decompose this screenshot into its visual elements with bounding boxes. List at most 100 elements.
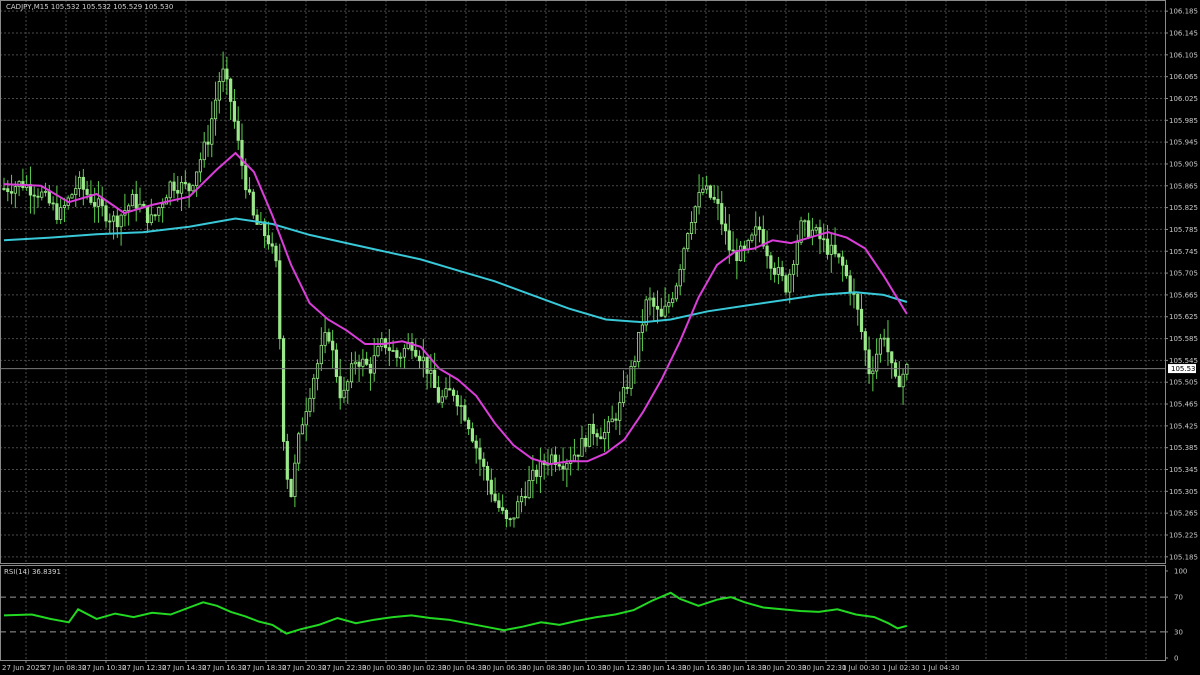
candle-body bbox=[584, 437, 588, 447]
candle-body bbox=[576, 454, 580, 457]
candle-body bbox=[561, 465, 565, 470]
candle-body bbox=[255, 214, 259, 225]
candle-body bbox=[361, 358, 365, 367]
candle-body bbox=[391, 350, 395, 352]
candle-body bbox=[119, 214, 123, 228]
candle-body bbox=[640, 324, 645, 333]
candle-body bbox=[844, 264, 849, 277]
time-axis-label: 1 Jul 02:30 bbox=[882, 664, 920, 672]
candle-body bbox=[701, 188, 705, 193]
candle-body bbox=[451, 389, 456, 396]
candle-body bbox=[417, 355, 422, 362]
candle-body bbox=[455, 395, 459, 407]
candle-body bbox=[270, 243, 274, 247]
candle-body bbox=[723, 223, 728, 232]
candle-body bbox=[829, 244, 833, 255]
rsi-axis-label: 70 bbox=[1174, 594, 1183, 602]
price-axis-label: 106.025 bbox=[1169, 95, 1198, 103]
candle-body bbox=[346, 381, 350, 391]
time-axis-label: 27 Jun 16:30 bbox=[202, 664, 246, 672]
candle-body bbox=[55, 203, 59, 220]
candle-body bbox=[674, 285, 679, 300]
candle-body bbox=[474, 440, 478, 449]
candle-body bbox=[130, 193, 135, 207]
candle-body bbox=[459, 405, 463, 407]
time-axis-label: 27 Jun 20:30 bbox=[282, 664, 326, 672]
time-axis-label: 30 Jun 18:30 bbox=[722, 664, 766, 672]
candle-body bbox=[867, 349, 871, 375]
candle-body bbox=[74, 188, 78, 196]
candle-body bbox=[716, 198, 720, 204]
candle-body bbox=[304, 411, 308, 426]
candle-body bbox=[448, 388, 452, 391]
price-axis-label: 105.225 bbox=[1169, 532, 1198, 540]
candle-body bbox=[591, 423, 595, 434]
candle-body bbox=[312, 377, 316, 399]
candle-body bbox=[225, 68, 229, 80]
candle-body bbox=[773, 267, 777, 275]
current-price-tag: 105.530 bbox=[1168, 364, 1200, 374]
candle-body bbox=[221, 68, 225, 82]
candle-body bbox=[108, 220, 112, 223]
candle-body bbox=[527, 480, 531, 499]
candle-body bbox=[115, 215, 119, 228]
candle-body bbox=[247, 189, 252, 193]
candle-body bbox=[780, 267, 784, 277]
time-axis-label: 30 Jun 10:30 bbox=[562, 664, 606, 672]
candle-body bbox=[353, 361, 357, 365]
candle-body bbox=[893, 362, 898, 377]
candle-body bbox=[51, 202, 55, 205]
candle-body bbox=[323, 332, 327, 346]
candle-body bbox=[731, 249, 735, 252]
candle-body bbox=[429, 369, 433, 374]
candle-body bbox=[387, 347, 391, 351]
candle-body bbox=[531, 469, 535, 481]
time-axis-label: 30 Jun 06:30 bbox=[482, 664, 526, 672]
candle-body bbox=[81, 176, 85, 190]
candle-body bbox=[837, 253, 841, 258]
candle-body bbox=[399, 356, 403, 359]
candle-body bbox=[523, 496, 527, 499]
candle-body bbox=[599, 436, 603, 440]
candle-body bbox=[308, 397, 312, 412]
candle-body bbox=[841, 256, 845, 266]
candle-body bbox=[814, 227, 818, 231]
candle-body bbox=[754, 226, 758, 236]
candle-body bbox=[648, 297, 652, 301]
candle-body bbox=[47, 190, 51, 204]
price-axis-label: 105.265 bbox=[1169, 510, 1198, 518]
candle-body bbox=[315, 363, 320, 379]
time-axis-label: 27 Jun 12:30 bbox=[122, 664, 166, 672]
candle-body bbox=[444, 388, 448, 398]
candle-body bbox=[436, 387, 441, 403]
candle-body bbox=[187, 183, 191, 192]
price-axis-label: 106.185 bbox=[1169, 8, 1198, 16]
candle-body bbox=[901, 373, 905, 388]
candle-body bbox=[433, 369, 437, 388]
candle-body bbox=[519, 496, 524, 503]
candle-body bbox=[833, 244, 837, 255]
candle-body bbox=[667, 302, 671, 307]
price-axis-label: 105.705 bbox=[1169, 270, 1198, 278]
trading-chart[interactable]: CADJPY,M15 105.532 105.532 105.529 105.5… bbox=[0, 0, 1200, 675]
price-axis-label: 105.585 bbox=[1169, 335, 1198, 343]
current-price-label: 105.530 bbox=[1171, 365, 1200, 373]
price-axis-label: 105.945 bbox=[1169, 139, 1198, 147]
candle-body bbox=[618, 402, 622, 421]
candle-body bbox=[825, 238, 830, 255]
time-axis-label: 1 Jul 00:30 bbox=[842, 664, 880, 672]
time-axis-label: 1 Jul 04:30 bbox=[922, 664, 960, 672]
candle-body bbox=[485, 466, 490, 481]
candle-body bbox=[689, 222, 694, 234]
candle-body bbox=[331, 340, 335, 351]
price-axis-label: 105.905 bbox=[1169, 160, 1198, 168]
candle-body bbox=[134, 193, 138, 209]
price-axis-label: 106.065 bbox=[1169, 73, 1198, 81]
candle-body bbox=[195, 171, 199, 186]
time-axis-label: 27 Jun 22:30 bbox=[322, 664, 366, 672]
candle-body bbox=[693, 206, 697, 223]
candle-body bbox=[671, 298, 675, 303]
price-axis-label: 106.105 bbox=[1169, 51, 1198, 59]
candle-body bbox=[100, 198, 104, 207]
candle-body bbox=[365, 358, 369, 365]
